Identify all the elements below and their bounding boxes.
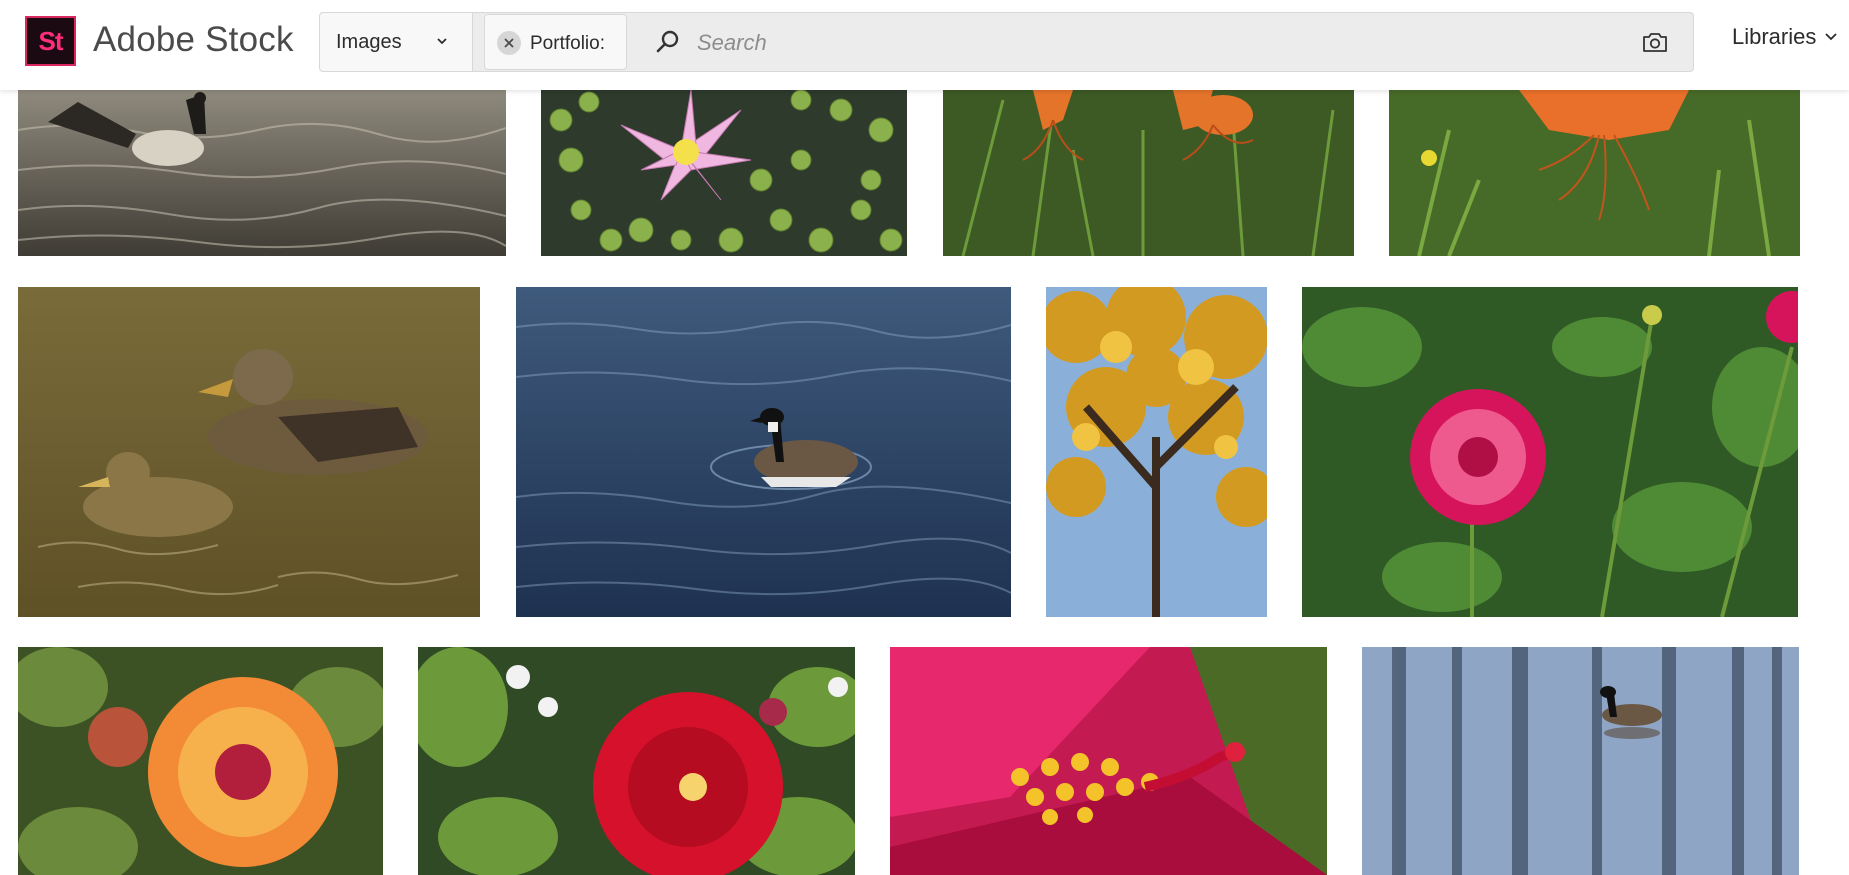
image-tile-water-lily[interactable]: [541, 90, 907, 256]
camera-icon[interactable]: [1642, 30, 1668, 54]
image-tile-tiger-lilies[interactable]: [943, 90, 1354, 256]
image-tile-tiger-lily-closeup[interactable]: [1389, 90, 1800, 256]
content-type-label: Images: [336, 31, 402, 53]
image-tile-ducks[interactable]: [18, 287, 480, 617]
brand-name[interactable]: Adobe Stock: [93, 20, 294, 60]
top-bar: St Adobe Stock Images Portfolio: Search …: [0, 0, 1849, 90]
content-type-dropdown[interactable]: Images: [320, 13, 473, 71]
image-tile-orange-dahlia[interactable]: [18, 647, 383, 875]
image-tile-red-hibiscus[interactable]: [418, 647, 855, 875]
libraries-menu[interactable]: Libraries: [1732, 24, 1838, 50]
close-icon[interactable]: [497, 31, 521, 55]
chevron-down-icon: [1825, 33, 1838, 41]
portfolio-filter-chip: Portfolio:: [484, 14, 627, 70]
image-tile-hibiscus-macro[interactable]: [890, 647, 1327, 875]
image-tile-goose-flapping[interactable]: [18, 90, 506, 256]
image-tile-autumn-tree[interactable]: [1046, 287, 1267, 617]
search-icon[interactable]: [655, 29, 681, 55]
chevron-down-icon: [437, 38, 447, 45]
adobe-stock-logo[interactable]: St: [25, 16, 76, 66]
image-tile-goose-lake[interactable]: [516, 287, 1011, 617]
image-tile-goose-reflection[interactable]: [1362, 647, 1799, 875]
filter-chip-label: Portfolio:: [530, 33, 605, 54]
search-input[interactable]: [695, 25, 1599, 61]
image-tile-pink-dahlia[interactable]: [1302, 287, 1798, 617]
search-bar: Images Portfolio:: [319, 12, 1694, 72]
libraries-label: Libraries: [1732, 24, 1817, 49]
